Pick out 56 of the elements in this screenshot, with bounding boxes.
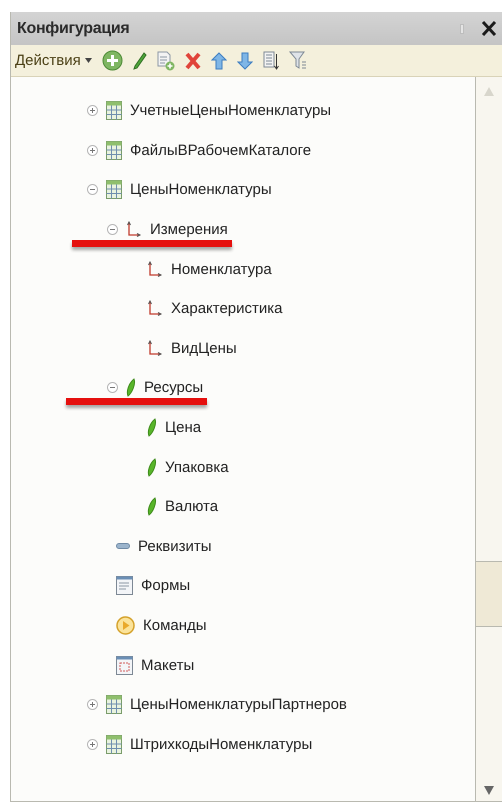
leaf-icon	[147, 458, 157, 477]
document-add-icon[interactable]	[156, 50, 175, 70]
tree-item[interactable]: УчетныеЦеныНоменклатуры	[130, 102, 332, 120]
leaf-icon	[126, 378, 136, 398]
scroll-thumb[interactable]	[476, 561, 502, 627]
collapse-icon[interactable]	[87, 184, 98, 196]
table-icon	[106, 140, 122, 160]
axes-icon	[147, 260, 163, 278]
close-icon[interactable]	[482, 21, 496, 36]
table-icon	[106, 101, 122, 120]
caret-icon	[84, 58, 92, 63]
tree-item[interactable]: Цена	[165, 419, 202, 436]
tree-item[interactable]: ЦеныНоменклатуры	[130, 181, 272, 198]
tree-item[interactable]: Упаковка	[165, 458, 229, 476]
scrollbar[interactable]	[475, 77, 502, 801]
delete-icon[interactable]	[184, 52, 201, 70]
tree-item[interactable]: Команды	[143, 617, 207, 634]
tree-item[interactable]: Характеристика	[171, 300, 283, 318]
leaf-icon	[147, 418, 157, 438]
expand-icon[interactable]	[87, 144, 98, 156]
arrow-up-icon[interactable]	[210, 52, 227, 70]
tree-item[interactable]: Макеты	[141, 656, 194, 674]
list-sort-icon[interactable]	[262, 50, 279, 70]
tree-item[interactable]: ШтрихкодыНоменклатуры	[130, 736, 312, 753]
tree-item[interactable]: Реквизиты	[138, 538, 212, 555]
axes-icon	[147, 340, 163, 357]
attribute-icon	[116, 543, 130, 550]
axes-icon	[147, 300, 163, 318]
add-icon[interactable]	[102, 50, 123, 71]
collapse-icon[interactable]	[107, 224, 118, 236]
window-title: Конфигурация	[17, 20, 130, 38]
tree-item[interactable]: ФайлыВРабочемКаталоге	[130, 142, 312, 159]
table-icon	[106, 180, 122, 200]
table-icon	[106, 695, 122, 714]
arrow-down-icon[interactable]	[236, 52, 253, 70]
form-icon	[116, 576, 133, 596]
tree-item[interactable]: ЦеныНоменклатурыПартнеров	[130, 696, 347, 714]
template-icon	[116, 656, 133, 675]
leaf-icon	[147, 497, 157, 516]
expand-icon[interactable]	[87, 699, 98, 710]
actions-menu-button[interactable]: Действия	[15, 52, 92, 69]
expand-icon[interactable]	[87, 738, 98, 750]
tree-item[interactable]: Номенклатура	[171, 260, 272, 278]
tree-item[interactable]: Ресурсы	[144, 379, 204, 396]
tree-item[interactable]: ВидЦены	[171, 340, 237, 357]
expand-icon[interactable]	[87, 105, 98, 116]
table-icon	[106, 734, 122, 754]
tree-item[interactable]: Формы	[141, 577, 190, 594]
play-circle-icon	[116, 616, 135, 636]
tree-item[interactable]: Измерения	[150, 221, 228, 238]
tree-item[interactable]: Валюта	[165, 498, 218, 516]
scroll-down-icon[interactable]	[484, 786, 494, 795]
filter-icon[interactable]	[288, 50, 307, 70]
axes-icon	[126, 221, 142, 238]
pencil-icon[interactable]	[132, 52, 147, 70]
collapse-icon[interactable]	[107, 382, 118, 394]
